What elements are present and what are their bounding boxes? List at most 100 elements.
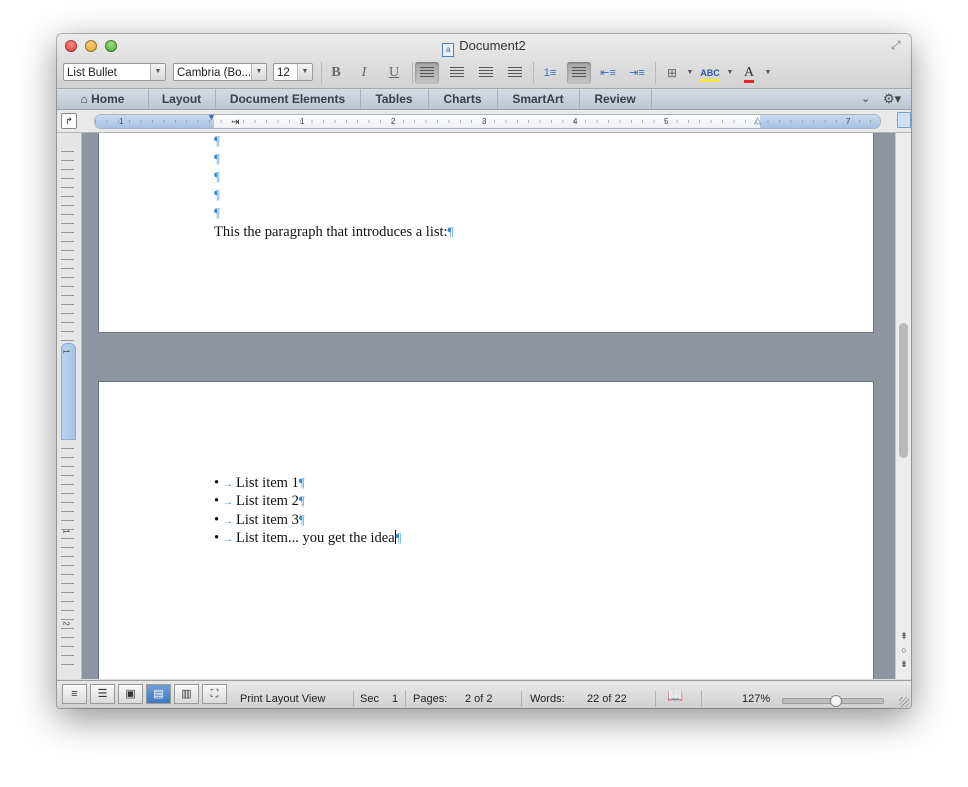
list-item[interactable]: • → List item... you get the idea¶	[214, 530, 402, 547]
zoom-slider[interactable]	[782, 695, 884, 707]
fullscreen-icon[interactable]: ⤢	[891, 38, 905, 52]
tab-tables[interactable]: Tables	[360, 89, 429, 109]
status-divider	[701, 691, 702, 707]
ruler-number: 2	[391, 117, 396, 126]
increase-indent-button[interactable]: ⇥≡	[625, 62, 649, 84]
section-label: Sec	[360, 693, 379, 705]
italic-button[interactable]: I	[352, 62, 376, 84]
page-1[interactable]: ¶ ¶ ¶ ¶ ¶ This the paragraph that introd…	[99, 133, 873, 332]
status-bar: ≡ ☰ ▣ ▤ ▥ ⛶ Print Layout View Sec 1 Page…	[57, 680, 911, 708]
font-color-button[interactable]: A	[737, 62, 761, 84]
pilcrow-mark: ¶	[447, 224, 454, 239]
first-line-indent-marker[interactable]: ▼	[207, 112, 216, 122]
view-name: Print Layout View	[240, 693, 326, 705]
empty-paragraph[interactable]: ¶	[214, 133, 220, 149]
tab-document-elements[interactable]: Document Elements	[215, 89, 361, 109]
chevron-down-icon[interactable]: ▼	[297, 64, 312, 80]
font-size-dropdown[interactable]: 12 ▼	[273, 63, 313, 81]
tab-charts[interactable]: Charts	[428, 89, 498, 109]
tab-smartart[interactable]: SmartArt	[497, 89, 580, 109]
publishing-view-button[interactable]: ▣	[118, 684, 143, 704]
hanging-indent-marker[interactable]: ⇥	[231, 117, 239, 128]
vruler-number: 1	[61, 349, 71, 354]
vertical-scrollbar[interactable]: ⇞ ○ ⇟	[895, 133, 911, 679]
ruler-number: 4	[573, 117, 578, 126]
list-item-text: List item 2	[236, 493, 299, 509]
chevron-down-icon[interactable]: ▼	[251, 64, 266, 80]
tab-selector-icon[interactable]: ↱	[61, 113, 77, 129]
notebook-view-button[interactable]: ▥	[174, 684, 199, 704]
bullet-mark: •	[214, 475, 220, 491]
toolbar-divider	[655, 62, 656, 84]
page-2[interactable]: • → List item 1¶ • → List item 2¶ • → List ite…	[99, 382, 873, 679]
toolbar-divider	[533, 62, 534, 84]
bold-label: B	[331, 65, 341, 80]
align-center-button[interactable]	[445, 62, 469, 84]
tab-home[interactable]: ⌂ Home	[57, 89, 149, 109]
horizontal-ruler-bar: ↱ 1 1 2 3 4 5 7 ▼ ⇥ △	[57, 110, 911, 133]
document-icon: a	[442, 43, 455, 57]
bold-button[interactable]: B	[324, 62, 348, 84]
chevron-down-icon[interactable]: ▼	[150, 64, 165, 80]
highlight-button[interactable]: ABC	[698, 62, 722, 84]
style-dropdown[interactable]: List Bullet ▼	[63, 63, 166, 81]
numbered-list-button[interactable]: 1≡	[538, 62, 562, 84]
list-item[interactable]: • → List item 1¶	[214, 475, 305, 492]
ruler-number: 7	[846, 117, 851, 126]
words-label[interactable]: Words:	[530, 693, 565, 705]
words-value[interactable]: 22 of 22	[587, 693, 627, 705]
chevron-down-icon[interactable]: ▼	[686, 62, 694, 84]
resize-handle[interactable]	[899, 697, 909, 707]
tab-layout[interactable]: Layout	[148, 89, 216, 109]
highlight-label: ABC	[700, 67, 720, 82]
empty-paragraph[interactable]: ¶	[214, 151, 220, 167]
list-item[interactable]: • → List item 2¶	[214, 493, 305, 510]
underline-button[interactable]: U	[382, 62, 406, 84]
ruler-toggle-icon[interactable]	[897, 112, 911, 128]
list-item-text: List item... you get the idea	[236, 530, 395, 546]
title-toolbar: a Document2 ⤢ List Bullet ▼ Cambria (Bo..…	[57, 34, 911, 89]
browse-object-icon[interactable]: ○	[898, 644, 910, 656]
decrease-indent-button[interactable]: ⇤≡	[596, 62, 620, 84]
draft-view-button[interactable]: ≡	[62, 684, 87, 704]
spelling-check-icon[interactable]: 📖	[667, 688, 683, 704]
empty-paragraph[interactable]: ¶	[214, 205, 220, 221]
tab-arrow-icon: →	[223, 534, 233, 545]
publishing-view-icon: ▣	[125, 688, 136, 700]
zoom-value[interactable]: 127%	[742, 693, 770, 705]
intro-paragraph[interactable]: This the paragraph that introduces a lis…	[214, 224, 453, 241]
italic-label: I	[361, 65, 367, 80]
pages-value[interactable]: 2 of 2	[465, 693, 493, 705]
align-left-button[interactable]	[415, 62, 439, 84]
document-canvas[interactable]: ¶ ¶ ¶ ¶ ¶ This the paragraph that introd…	[82, 133, 895, 679]
borders-button[interactable]: ⊞	[660, 62, 684, 84]
right-indent-marker[interactable]: △	[754, 115, 761, 126]
window-title-text: Document2	[459, 38, 526, 53]
scrollbar-thumb[interactable]	[899, 323, 908, 458]
focus-view-button[interactable]: ⛶	[202, 684, 227, 704]
pages-label[interactable]: Pages:	[413, 693, 447, 705]
tab-review[interactable]: Review	[579, 89, 652, 109]
collapse-ribbon-icon[interactable]: ⌄	[861, 89, 875, 109]
tab-charts-label: Charts	[443, 92, 482, 106]
outline-view-button[interactable]: ☰	[90, 684, 115, 704]
numbered-list-icon: 1≡	[543, 67, 557, 79]
font-dropdown[interactable]: Cambria (Bo... ▼	[173, 63, 267, 81]
empty-paragraph[interactable]: ¶	[214, 187, 220, 203]
bullet-list-button[interactable]	[567, 62, 591, 84]
previous-page-icon[interactable]: ⇞	[898, 630, 910, 642]
chevron-down-icon[interactable]: ▼	[764, 62, 772, 84]
align-right-button[interactable]	[474, 62, 498, 84]
bullet-mark: •	[214, 493, 220, 509]
next-page-icon[interactable]: ⇟	[898, 658, 910, 670]
gear-icon[interactable]: ⚙▾	[883, 89, 909, 109]
list-item[interactable]: • → List item 3¶	[214, 512, 305, 529]
tab-arrow-icon: →	[223, 479, 233, 490]
empty-paragraph[interactable]: ¶	[214, 169, 220, 185]
print-layout-view-button[interactable]: ▤	[146, 684, 171, 704]
justify-button[interactable]	[503, 62, 527, 84]
vertical-ruler[interactable]: 1 1 2	[57, 133, 82, 679]
chevron-down-icon[interactable]: ▼	[726, 62, 734, 84]
zoom-slider-knob[interactable]	[830, 695, 842, 707]
status-divider	[521, 691, 522, 707]
